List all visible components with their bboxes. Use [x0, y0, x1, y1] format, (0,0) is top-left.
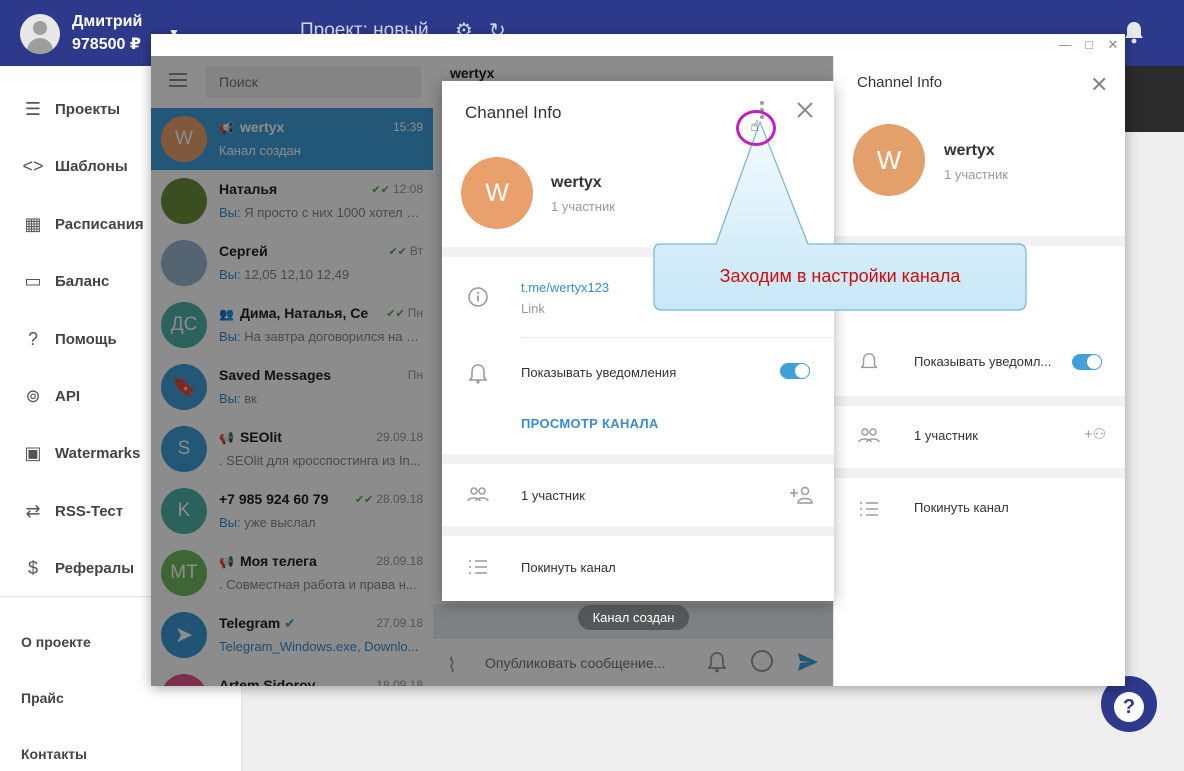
- sidebar-item-label: Помощь: [55, 330, 117, 348]
- divider: [442, 526, 834, 536]
- user-avatar[interactable]: [20, 14, 60, 54]
- divider: [834, 468, 1125, 478]
- notifications-label: Показывать уведомления: [521, 365, 677, 380]
- callout-bubble: [653, 120, 1027, 311]
- dollar-icon: $: [27, 557, 38, 578]
- sidebar-item-label: Баланс: [55, 272, 110, 290]
- participants-label[interactable]: 1 участник: [914, 428, 978, 443]
- minimize-icon[interactable]: —: [1056, 36, 1074, 54]
- info-panel-title: Channel Info: [857, 74, 943, 91]
- notifications-toggle[interactable]: [1072, 354, 1102, 370]
- participants-icon: [467, 487, 489, 502]
- divider: [521, 337, 834, 338]
- footer-link-pricing[interactable]: Прайс: [21, 690, 64, 706]
- callout-text: Заходим в настройки канала: [719, 266, 961, 286]
- watermark-icon: ▣: [24, 442, 42, 463]
- channel-link[interactable]: t.me/wertyx123: [521, 280, 609, 295]
- sidebar-item-label: Расписания: [55, 215, 144, 233]
- calendar-icon: ▦: [24, 213, 42, 234]
- sidebar-item-label: Watermarks: [55, 444, 141, 462]
- footer-link-contacts[interactable]: Контакты: [21, 746, 87, 762]
- close-window-icon[interactable]: ✕: [1104, 36, 1122, 54]
- sidebar-item-label: Проекты: [55, 100, 121, 118]
- notifications-label: Показывать уведомл...: [914, 354, 1052, 369]
- footer-link-about[interactable]: О проекте: [21, 634, 91, 650]
- bell-icon: [468, 364, 488, 384]
- channel-name: wertyx: [551, 174, 602, 191]
- maximize-icon[interactable]: □: [1080, 36, 1098, 54]
- close-icon[interactable]: ✕: [1090, 72, 1108, 98]
- channel-avatar[interactable]: W: [461, 157, 533, 229]
- link-caption: Link: [521, 301, 545, 316]
- info-icon: [468, 287, 488, 307]
- participants-icon: [858, 428, 880, 443]
- list-icon: [469, 560, 487, 574]
- main-header-strip: [1125, 66, 1184, 132]
- add-user-icon[interactable]: +⚇: [1084, 425, 1106, 443]
- view-channel-button[interactable]: ПРОСМОТР КАНАЛА: [521, 416, 659, 431]
- window-titlebar: — □ ✕: [151, 34, 1125, 56]
- divider: [834, 396, 1125, 406]
- card-icon: ▭: [24, 270, 42, 291]
- bell-icon: [860, 353, 878, 369]
- notifications-toggle[interactable]: [780, 363, 810, 379]
- channel-members: 1 участник: [551, 199, 615, 214]
- sidebar-item-label: Рефералы: [55, 559, 135, 577]
- list-icon: [860, 502, 878, 516]
- code-icon: <>: [22, 155, 44, 176]
- hand-cursor-icon: ☝: [750, 118, 760, 135]
- user-balance: 978500 ₽: [72, 36, 141, 53]
- sidebar-item-label: RSS-Тест: [55, 502, 124, 520]
- leave-channel-label[interactable]: Покинуть канал: [914, 500, 1009, 515]
- sidebar-item-label: Шаблоны: [55, 157, 128, 175]
- user-name[interactable]: Дмитрий: [72, 13, 142, 31]
- leave-channel-button[interactable]: Покинуть канал: [521, 560, 616, 575]
- rss-icon: ⇄: [25, 500, 41, 521]
- list-icon: ☰: [24, 98, 42, 119]
- broadcast-icon: ⊚: [25, 385, 41, 406]
- add-user-icon[interactable]: [788, 485, 814, 505]
- question-icon: ?: [1114, 692, 1144, 722]
- channel-created-badge: Канал создан: [578, 605, 689, 630]
- help-icon: ?: [27, 328, 38, 349]
- divider: [442, 454, 834, 464]
- modal-title: Channel Info: [465, 103, 562, 122]
- sidebar-item-label: API: [55, 387, 81, 405]
- participants-label[interactable]: 1 участник: [521, 488, 585, 503]
- bell-icon[interactable]: [1123, 20, 1145, 44]
